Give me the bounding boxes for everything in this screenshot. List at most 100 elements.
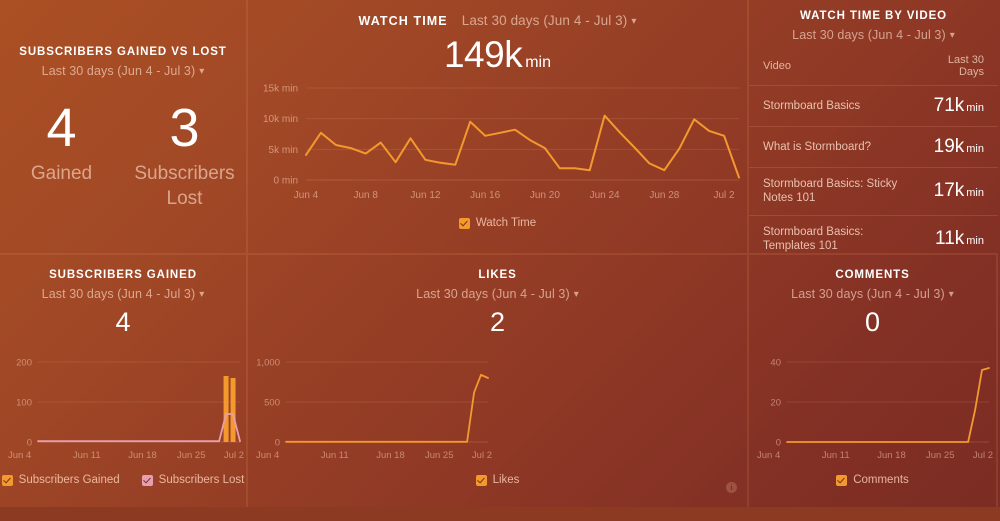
date-range-label: Last 30 days (Jun 4 - Jul 3): [41, 287, 196, 301]
likes-chart: 0 500 1,000 Jun 4 Jun 11 Jun 18 Jun 25 Jul 2: [248, 340, 747, 473]
watch-time-by-video-table: Video Last 30 Days Stormboard Basics 71k m…: [749, 54, 998, 253]
likes-value: 2: [489, 307, 506, 337]
date-range-selector[interactable]: Last 30 days (Jun 4 - Jul 3) ▾: [0, 287, 246, 301]
video-watch-time-value: 17k: [933, 180, 965, 202]
legend-checkbox-icon[interactable]: [836, 474, 848, 486]
panel-watch-time: Watch Time Last 30 days (Jun 4 - Jul 3) ▾…: [248, 0, 749, 255]
lost-block: 3 Subscribers Lost: [123, 100, 246, 212]
panel-subscribers-gained-vs-lost: Subscribers Gained vs Lost Last 30 days …: [0, 0, 248, 255]
likes-line-chart: 0 500 1,000 Jun 4 Jun 11 Jun 18 Jun 25 Jul 2: [256, 358, 492, 462]
x-axis-tick-label: Jun 11: [822, 450, 850, 461]
panel-title: Subscribers Gained: [49, 269, 197, 281]
subscribers-gained-chart: 0 100 200 Jun 4 Jun 11 Jun 18 Jun 25 Jul 2: [0, 340, 246, 473]
x-axis-tick-label: Jun 25: [926, 450, 955, 461]
panel-comments: Comments Last 30 days (Jun 4 - Jul 3) ▾ 0…: [749, 255, 998, 507]
y-axis-tick-label: 0: [27, 438, 32, 449]
table-row[interactable]: Stormboard Basics: Sticky Notes 101 17k mi…: [749, 167, 998, 216]
y-axis-tick-label: 100: [16, 398, 32, 409]
x-axis-tick-label: Jun 25: [177, 450, 206, 461]
table-row[interactable]: Stormboard Basics 71k min: [749, 85, 998, 127]
legend-label: Subscribers Lost: [158, 474, 245, 486]
panel-shares: Shares Last 30 days (Jun 4 - Jul 3)▾ 7 0…: [0, 507, 248, 521]
x-axis-tick-label: Jun 25: [425, 450, 454, 461]
panel-watch-time-by-video: Watch Time by Video Last 30 days (Jun 4 …: [749, 0, 998, 255]
panel-likes: Likes Last 30 days (Jun 4 - Jul 3) ▾ 2 0 5…: [248, 255, 749, 507]
video-watch-time-cell: 71k min: [912, 85, 998, 127]
video-watch-time-cell: 19k min: [912, 126, 998, 168]
column-header-video: Video: [763, 60, 791, 72]
video-watch-time-unit: min: [966, 102, 984, 114]
x-axis-tick-label: Jul 2: [224, 450, 244, 461]
x-axis-tick-label: Jun 16: [470, 190, 500, 201]
legend-checkbox-icon[interactable]: [458, 217, 470, 229]
watch-time-chart: 0 min 5k min 10k min 15k min Jun 4 Jun 8 Jun 1…: [248, 80, 747, 215]
x-axis-tick-label: Jun 24: [590, 190, 620, 201]
video-watch-time-unit: min: [966, 143, 984, 155]
legend-item[interactable]: Likes: [475, 474, 520, 486]
y-axis-tick-label: 0: [275, 438, 280, 449]
date-range-selector[interactable]: Last 30 days (Jun 4 - Jul 3) ▾: [248, 287, 747, 301]
watch-time-total: 149k min: [248, 34, 747, 76]
video-watch-time-value: 11k: [935, 228, 965, 250]
legend-item[interactable]: Watch Time: [458, 217, 536, 229]
x-axis-tick-label: Jun 12: [410, 190, 440, 201]
x-axis-tick-label: Jul 2: [472, 450, 492, 461]
comments-legend: Comments: [749, 474, 996, 486]
chevron-down-icon: ▾: [949, 30, 955, 41]
panel-title: Likes: [478, 269, 517, 281]
legend-checkbox-icon[interactable]: [475, 474, 487, 486]
chevron-down-icon: ▾: [948, 289, 954, 300]
video-watch-time-unit: min: [966, 187, 984, 200]
x-axis-tick-label: Jun 11: [73, 450, 101, 461]
date-range-label: Last 30 days (Jun 4 - Jul 3): [41, 64, 196, 78]
watch-time-total-unit: min: [525, 54, 551, 71]
date-range-selector[interactable]: Last 30 days (Jun 4 - Jul 3) ▾: [749, 28, 998, 42]
date-range-label: Last 30 days (Jun 4 - Jul 3): [461, 13, 628, 28]
subscribers-gained-bar-chart: 0 100 200 Jun 4 Jun 11 Jun 18 Jun 25 Jul 2: [8, 358, 244, 462]
y-axis-tick-label: 15k min: [263, 84, 298, 95]
legend-item[interactable]: Comments: [836, 474, 909, 486]
video-title-cell: Stormboard Basics: [749, 85, 913, 127]
legend-item[interactable]: Subscribers Lost: [141, 474, 245, 486]
date-range-label: Last 30 days (Jun 4 - Jul 3): [792, 28, 946, 42]
series-line-likes: [285, 373, 489, 443]
legend-label: Likes: [492, 474, 520, 486]
y-axis-tick-label: 5k min: [269, 145, 298, 156]
bar-subscribers-gained: [223, 376, 229, 442]
panel-title: Watch Time by Video: [799, 10, 947, 22]
x-axis-tick-label: Jun 18: [128, 450, 157, 461]
y-axis-tick-label: 0 min: [274, 176, 298, 187]
y-axis-tick-label: 40: [770, 358, 781, 369]
chevron-down-icon: ▾: [631, 16, 637, 27]
panel-subscribers-gained: Subscribers Gained Last 30 days (Jun 4 -…: [0, 255, 248, 507]
y-axis-tick-label: 10k min: [263, 114, 298, 125]
gained-label: Gained: [30, 162, 93, 184]
table-row[interactable]: Stormboard Basics: Templates 101 11k min: [749, 214, 998, 253]
y-axis-tick-label: 20: [770, 398, 781, 409]
subscribers-gained-value: 4: [115, 307, 131, 337]
legend-item[interactable]: Subscribers Gained: [1, 474, 120, 486]
legend-checkbox-icon[interactable]: [1, 474, 13, 486]
legend-checkbox-icon[interactable]: [141, 474, 153, 486]
lost-value: 3: [169, 98, 200, 158]
watch-time-header: Watch Time Last 30 days (Jun 4 - Jul 3) ▾: [248, 13, 747, 28]
chevron-down-icon: ▾: [199, 66, 205, 77]
date-range-selector[interactable]: Last 30 days (Jun 4 - Jul 3) ▾: [462, 13, 637, 28]
panel-title: Watch Time: [358, 14, 448, 28]
date-range-selector[interactable]: Last 30 days (Jun 4 - Jul 3) ▾: [0, 64, 246, 78]
info-icon[interactable]: i: [726, 482, 737, 493]
y-axis-tick-label: 0: [776, 438, 781, 449]
y-axis-tick-label: 200: [16, 358, 32, 369]
chevron-down-icon: ▾: [573, 289, 579, 300]
youtube-analytics-dashboard: Subscribers Gained vs Lost Last 30 days …: [0, 0, 1000, 507]
likes-legend: Likes: [248, 474, 747, 486]
watch-time-legend: Watch Time: [248, 217, 747, 229]
date-range-selector[interactable]: Last 30 days (Jun 4 - Jul 3) ▾: [749, 287, 996, 301]
video-watch-time-value: 71k: [933, 95, 965, 116]
x-axis-tick-label: Jun 4: [8, 450, 31, 461]
x-axis-tick-label: Jul 2: [973, 450, 993, 461]
gained-value: 4: [46, 98, 77, 158]
chevron-down-icon: ▾: [199, 289, 205, 300]
series-line-comments: [786, 367, 990, 443]
table-row[interactable]: What is Stormboard? 19k min: [749, 126, 998, 168]
